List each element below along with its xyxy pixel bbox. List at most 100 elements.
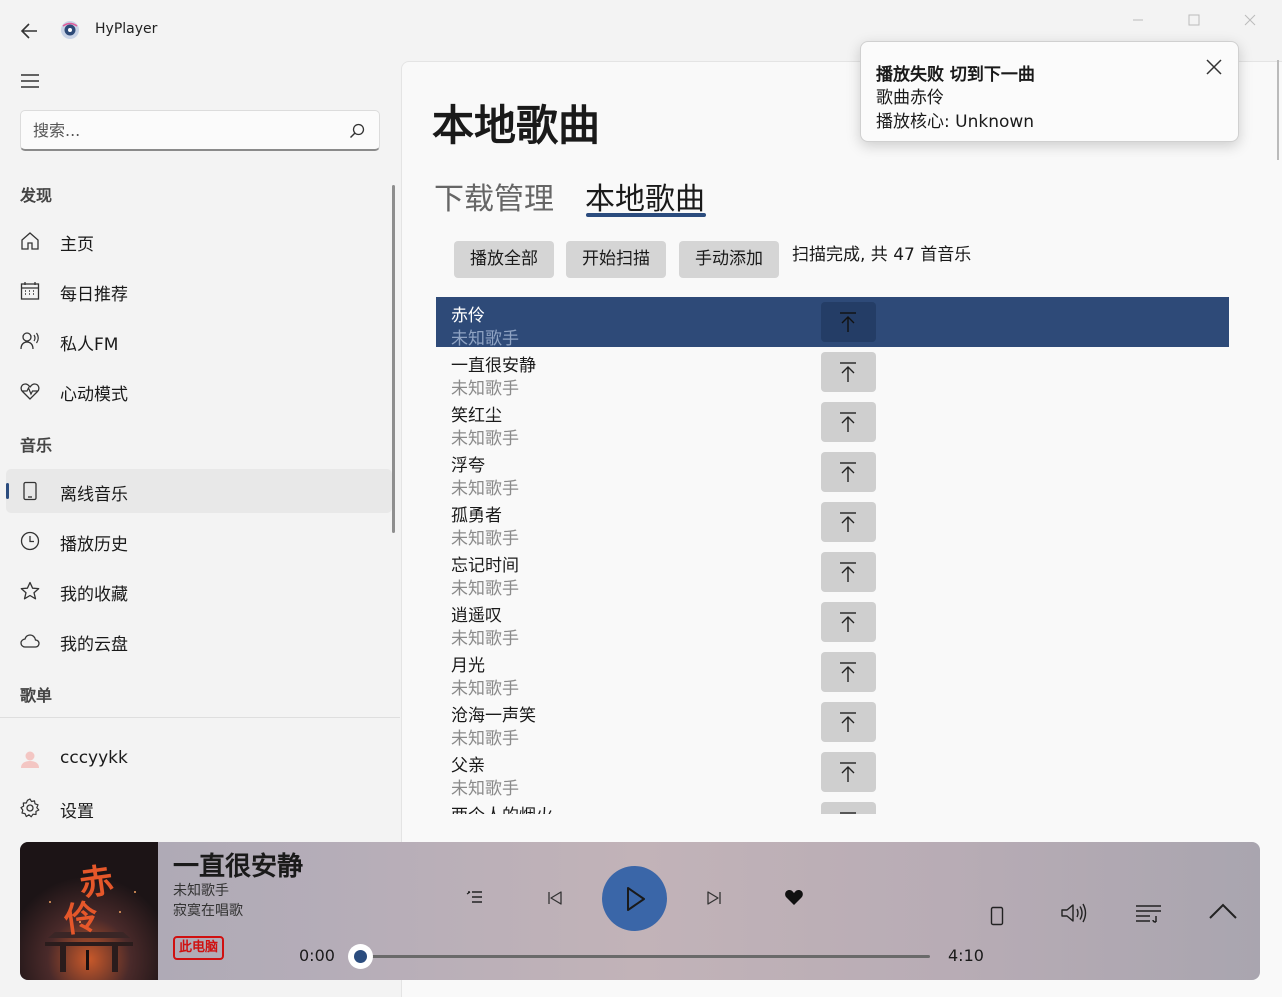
song-row[interactable]: 笑红尘 未知歌手 — [436, 397, 1229, 449]
album-cover[interactable]: 赤伶 — [20, 842, 158, 980]
move-to-top-button[interactable] — [821, 602, 876, 642]
progress-thumb[interactable] — [348, 944, 373, 969]
song-title: 沧海一声笑 — [451, 706, 536, 726]
tab-download-management[interactable]: 下载管理 — [434, 174, 554, 218]
song-row[interactable]: 浮夸 未知歌手 — [436, 447, 1229, 499]
song-artist: 未知歌手 — [451, 579, 519, 599]
arrow-to-top-icon — [840, 562, 856, 582]
search-icon[interactable] — [349, 123, 365, 139]
calendar-icon — [20, 281, 40, 301]
song-row[interactable]: 赤伶 未知歌手 — [436, 297, 1229, 349]
play-button[interactable] — [602, 866, 667, 931]
song-row[interactable]: 月光 未知歌手 — [436, 647, 1229, 699]
song-row[interactable]: 一直很安静 未知歌手 — [436, 347, 1229, 399]
star-icon — [20, 581, 40, 601]
song-row[interactable]: 孤勇者 未知歌手 — [436, 497, 1229, 549]
move-to-top-button[interactable] — [821, 502, 876, 542]
sidebar-item-label: 心动模式 — [60, 385, 128, 405]
move-to-top-button[interactable] — [821, 702, 876, 742]
progress-bar[interactable] — [348, 944, 930, 969]
arrow-to-top-icon — [840, 712, 856, 732]
arrow-to-top-icon — [840, 312, 856, 332]
search-box[interactable] — [20, 110, 380, 151]
song-title: 两个人的烟火 — [451, 801, 553, 814]
expand-chevron-up-icon[interactable] — [1208, 902, 1238, 920]
sidebar-item-label: 设置 — [60, 802, 94, 822]
arrow-to-top-icon — [840, 812, 856, 814]
play-all-button[interactable]: 播放全部 — [454, 241, 554, 278]
device-output-icon[interactable] — [990, 906, 1004, 926]
move-to-top-button[interactable] — [821, 752, 876, 792]
song-row[interactable]: 父亲 未知歌手 — [436, 747, 1229, 799]
section-music: 音乐 — [20, 436, 53, 455]
now-playing-artist[interactable]: 未知歌手 — [173, 880, 229, 900]
song-row[interactable]: 沧海一声笑 未知歌手 — [436, 697, 1229, 749]
sidebar-item-settings[interactable]: 设置 — [6, 786, 392, 830]
app-title: HyPlayer — [95, 21, 158, 37]
manual-add-button[interactable]: 手动添加 — [679, 241, 779, 278]
volume-icon[interactable] — [1060, 902, 1088, 924]
tab-active-indicator — [586, 213, 706, 217]
song-artist: 未知歌手 — [451, 479, 519, 499]
device-icon — [20, 481, 40, 501]
sidebar-item-cloud[interactable]: 我的云盘 — [6, 619, 392, 663]
song-title: 浮夸 — [451, 456, 485, 476]
previous-track-icon[interactable] — [547, 890, 563, 906]
sidebar-item-label: 播放历史 — [60, 535, 128, 555]
sidebar-item-offline-music[interactable]: 离线音乐 — [6, 469, 392, 513]
player-bar: 赤伶 一直很安静 未知歌手 寂寞在唱歌 此电脑 0:00 4:10 — [20, 842, 1260, 980]
close-icon[interactable] — [1205, 58, 1223, 76]
minimize-icon[interactable] — [1126, 10, 1150, 30]
move-to-top-button[interactable] — [821, 452, 876, 492]
now-playing-album[interactable]: 寂寞在唱歌 — [173, 900, 243, 920]
avatar-icon — [20, 749, 40, 769]
sidebar-item-daily[interactable]: 每日推荐 — [6, 269, 392, 313]
error-notification: 播放失败 切到下一曲 歌曲赤伶 播放核心: Unknown — [860, 41, 1239, 142]
selection-indicator — [6, 483, 9, 499]
song-artist: 未知歌手 — [451, 329, 519, 349]
sidebar-item-heartbeat[interactable]: 心动模式 — [6, 369, 392, 413]
song-list[interactable]: 赤伶 未知歌手 一直很安静 未知歌手 笑红尘 未知歌手 浮夸 未知歌手 孤勇者 未知歌手 忘记时间未… — [436, 297, 1229, 814]
sidebar-item-fm[interactable]: 私人FM — [6, 319, 392, 363]
app-logo-icon — [60, 20, 80, 40]
close-window-icon[interactable] — [1238, 10, 1262, 30]
content-scrollbar[interactable] — [1277, 60, 1279, 160]
notification-title: 播放失败 切到下一曲 — [876, 65, 1035, 85]
sidebar-item-label: 我的云盘 — [60, 635, 128, 655]
arrow-to-top-icon — [840, 762, 856, 782]
start-scan-button[interactable]: 开始扫描 — [566, 241, 666, 278]
maximize-icon[interactable] — [1182, 10, 1206, 30]
heart-icon[interactable] — [784, 888, 804, 906]
song-row[interactable]: 两个人的烟火 — [436, 797, 1229, 814]
song-row[interactable]: 逍遥叹 未知歌手 — [436, 597, 1229, 649]
menu-hamburger-icon[interactable] — [20, 72, 40, 90]
move-to-top-button[interactable] — [821, 402, 876, 442]
play-mode-list-icon[interactable] — [466, 889, 484, 905]
song-row[interactable]: 忘记时间 未知歌手 — [436, 547, 1229, 599]
playlist-queue-icon[interactable] — [1135, 904, 1163, 924]
cloud-icon — [20, 631, 40, 651]
move-to-top-button[interactable] — [821, 352, 876, 392]
source-badge: 此电脑 — [173, 936, 225, 960]
sidebar-item-label: 私人FM — [60, 335, 119, 355]
next-track-icon[interactable] — [706, 890, 722, 906]
radio-person-icon — [20, 331, 40, 351]
sidebar-item-history[interactable]: 播放历史 — [6, 519, 392, 563]
sidebar-item-favorites[interactable]: 我的收藏 — [6, 569, 392, 613]
move-to-top-button[interactable] — [821, 302, 876, 342]
move-to-top-button[interactable] — [821, 552, 876, 592]
song-title: 忘记时间 — [451, 556, 519, 576]
move-to-top-button[interactable] — [821, 652, 876, 692]
sidebar-scrollbar[interactable] — [392, 185, 395, 533]
song-artist: 未知歌手 — [451, 629, 519, 649]
sidebar-item-home[interactable]: 主页 — [6, 219, 392, 263]
arrow-to-top-icon — [840, 662, 856, 682]
sidebar-item-user[interactable]: cccyykk — [6, 737, 392, 781]
sidebar-divider — [0, 717, 400, 718]
song-artist: 未知歌手 — [451, 379, 519, 399]
now-playing-title[interactable]: 一直很安静 — [173, 846, 303, 883]
tab-local-songs[interactable]: 本地歌曲 — [585, 174, 705, 218]
search-input[interactable] — [33, 121, 333, 140]
move-to-top-button[interactable] — [821, 802, 876, 814]
back-arrow-icon[interactable] — [18, 20, 42, 42]
